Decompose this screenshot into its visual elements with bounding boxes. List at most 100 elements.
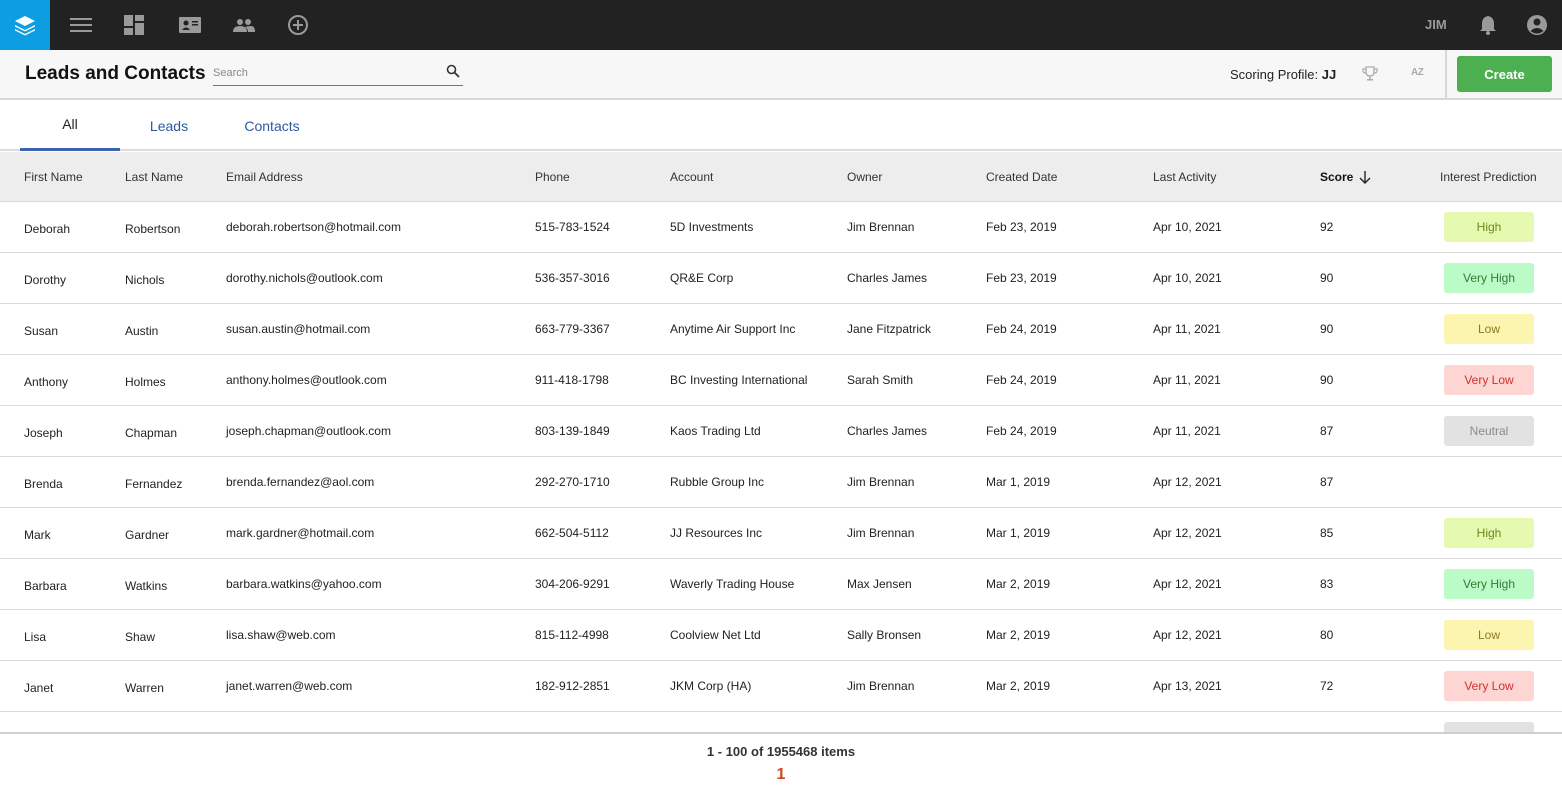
cell-score: 85: [1320, 526, 1334, 540]
cell-owner: Charles James: [847, 424, 928, 438]
cell-score: 83: [1320, 577, 1334, 591]
cell-account: 5D Investments: [670, 220, 754, 234]
cell-email[interactable]: janet.warren@web.com: [226, 679, 352, 693]
cell-email[interactable]: mark.gardner@hotmail.com: [226, 526, 374, 540]
table-row[interactable]: Anthony Holmes anthony.holmes@outlook.com 9…: [0, 355, 1562, 406]
cell-phone: 911-418-1798: [535, 373, 609, 387]
cell-account: Coolview Net Ltd: [670, 628, 761, 642]
cell-owner: Max Jensen: [847, 577, 912, 591]
cell-score: 90: [1320, 271, 1334, 285]
cell-last-activity: Apr 12, 2021: [1153, 526, 1222, 540]
interest-prediction-badge: High: [1444, 212, 1534, 242]
search-field[interactable]: [213, 62, 463, 86]
cell-score: 92: [1320, 220, 1334, 234]
cell-first-name: Brenda: [24, 477, 63, 491]
cell-phone: 536-357-3016: [535, 271, 610, 285]
column-header-last-activity[interactable]: Last Activity: [1153, 170, 1216, 184]
cell-email[interactable]: brenda.fernandez@aol.com: [226, 475, 374, 489]
cell-email[interactable]: anthony.holmes@outlook.com: [226, 373, 387, 387]
cell-last-activity: Apr 10, 2021: [1153, 271, 1222, 285]
cell-last-name: Nichols: [125, 273, 165, 287]
menu-icon[interactable]: [69, 13, 93, 37]
cell-first-name: Barbara: [24, 579, 67, 593]
current-page-number[interactable]: 1: [0, 766, 1562, 784]
cell-owner: Jim Brennan: [847, 475, 915, 489]
tab-all[interactable]: All: [20, 100, 120, 151]
table-row[interactable]: Barbara Watkins barbara.watkins@yahoo.com 3…: [0, 559, 1562, 610]
table-row[interactable]: Joseph Chapman joseph.chapman@outlook.com 8…: [0, 406, 1562, 457]
people-icon[interactable]: [232, 13, 256, 37]
interest-prediction-badge: Very Low: [1444, 671, 1534, 701]
cell-created-date: Feb 23, 2019: [986, 220, 1057, 234]
table-row[interactable]: Susan Austin susan.austin@hotmail.com 663-7…: [0, 304, 1562, 355]
top-navigation-bar: JIM: [0, 0, 1562, 50]
cell-email[interactable]: dorothy.nichols@outlook.com: [226, 271, 383, 285]
cell-email[interactable]: susan.austin@hotmail.com: [226, 322, 370, 336]
account-circle-icon[interactable]: [1525, 13, 1549, 37]
cell-created-date: Feb 23, 2019: [986, 271, 1057, 285]
column-header-owner[interactable]: Owner: [847, 170, 882, 184]
cell-last-activity: Apr 13, 2021: [1153, 679, 1222, 693]
column-header-last-name[interactable]: Last Name: [125, 170, 183, 184]
table-body: Deborah Robertson deborah.robertson@hotmai…: [0, 202, 1562, 732]
cell-score: 87: [1320, 424, 1334, 438]
scoring-profile[interactable]: Scoring Profile: JJ: [1230, 67, 1336, 82]
tab-contacts[interactable]: Contacts: [222, 100, 322, 151]
cell-account: JJ Resources Inc: [670, 526, 763, 540]
cell-email[interactable]: deborah.robertson@hotmail.com: [226, 220, 401, 234]
cell-email[interactable]: barbara.watkins@yahoo.com: [226, 577, 382, 591]
pagination-footer: 1 - 100 of 1955468 items 1: [0, 732, 1562, 799]
table-header: First Name Last Name Email Address Phone…: [0, 152, 1562, 202]
cell-created-date: Mar 1, 2019: [986, 475, 1051, 489]
table-row[interactable]: Neutral: [0, 712, 1562, 732]
cell-last-name: Gardner: [125, 528, 170, 542]
table-row[interactable]: Lisa Shaw lisa.shaw@web.com 815-112-4998 Coo…: [0, 610, 1562, 661]
sort-alphabetical-icon[interactable]: AZ: [1411, 67, 1424, 78]
column-header-email[interactable]: Email Address: [226, 170, 303, 184]
tab-leads[interactable]: Leads: [119, 100, 219, 151]
create-button[interactable]: Create: [1457, 56, 1552, 92]
interest-prediction-badge: High: [1444, 518, 1534, 548]
trophy-icon[interactable]: [1362, 66, 1378, 87]
cell-score: 80: [1320, 628, 1334, 642]
contact-card-icon[interactable]: [178, 13, 202, 37]
column-header-score[interactable]: Score: [1320, 170, 1371, 184]
cell-owner: Sarah Smith: [847, 373, 914, 387]
cell-created-date: Mar 2, 2019: [986, 679, 1051, 693]
search-input[interactable]: [213, 62, 433, 84]
app-logo[interactable]: [0, 0, 50, 50]
interest-prediction-badge: Neutral: [1444, 722, 1534, 732]
cell-last-activity: Apr 10, 2021: [1153, 220, 1222, 234]
table-row[interactable]: Dorothy Nichols dorothy.nichols@outlook.co…: [0, 253, 1562, 304]
user-name-label[interactable]: JIM: [1425, 17, 1447, 32]
cell-last-name: Austin: [125, 324, 159, 338]
cell-phone: 663-779-3367: [535, 322, 610, 336]
cell-first-name: Mark: [24, 528, 51, 542]
column-header-phone[interactable]: Phone: [535, 170, 570, 184]
table-row[interactable]: Janet Warren janet.warren@web.com 182-912-2…: [0, 661, 1562, 712]
cell-email[interactable]: lisa.shaw@web.com: [226, 628, 336, 642]
column-header-account[interactable]: Account: [670, 170, 713, 184]
cell-phone: 815-112-4998: [535, 628, 609, 642]
cell-last-name: Shaw: [125, 630, 156, 644]
cell-last-activity: Apr 12, 2021: [1153, 628, 1222, 642]
cell-phone: 304-206-9291: [535, 577, 610, 591]
dashboard-icon[interactable]: [123, 13, 147, 37]
table-row[interactable]: Deborah Robertson deborah.robertson@hotmai…: [0, 202, 1562, 253]
pagination-summary: 1 - 100 of 1955468 items: [706, 744, 856, 759]
table-row[interactable]: Mark Gardner mark.gardner@hotmail.com 662-5…: [0, 508, 1562, 559]
cell-score: 90: [1320, 322, 1334, 336]
table-row[interactable]: Brenda Fernandez brenda.fernandez@aol.com 2…: [0, 457, 1562, 508]
cell-account: Anytime Air Support Inc: [670, 322, 796, 336]
cell-created-date: Mar 2, 2019: [986, 628, 1051, 642]
column-header-first-name[interactable]: First Name: [24, 170, 83, 184]
search-icon[interactable]: [446, 64, 460, 83]
column-header-created-date[interactable]: Created Date: [986, 170, 1057, 184]
bell-icon[interactable]: [1476, 13, 1500, 37]
column-header-interest-prediction[interactable]: Interest Prediction: [1440, 170, 1537, 184]
cell-phone: 515-783-1524: [535, 220, 610, 234]
cell-email[interactable]: joseph.chapman@outlook.com: [226, 424, 391, 438]
add-circle-icon[interactable]: [286, 13, 310, 37]
cell-last-name: Holmes: [125, 375, 166, 389]
cell-owner: Charles James: [847, 271, 928, 285]
